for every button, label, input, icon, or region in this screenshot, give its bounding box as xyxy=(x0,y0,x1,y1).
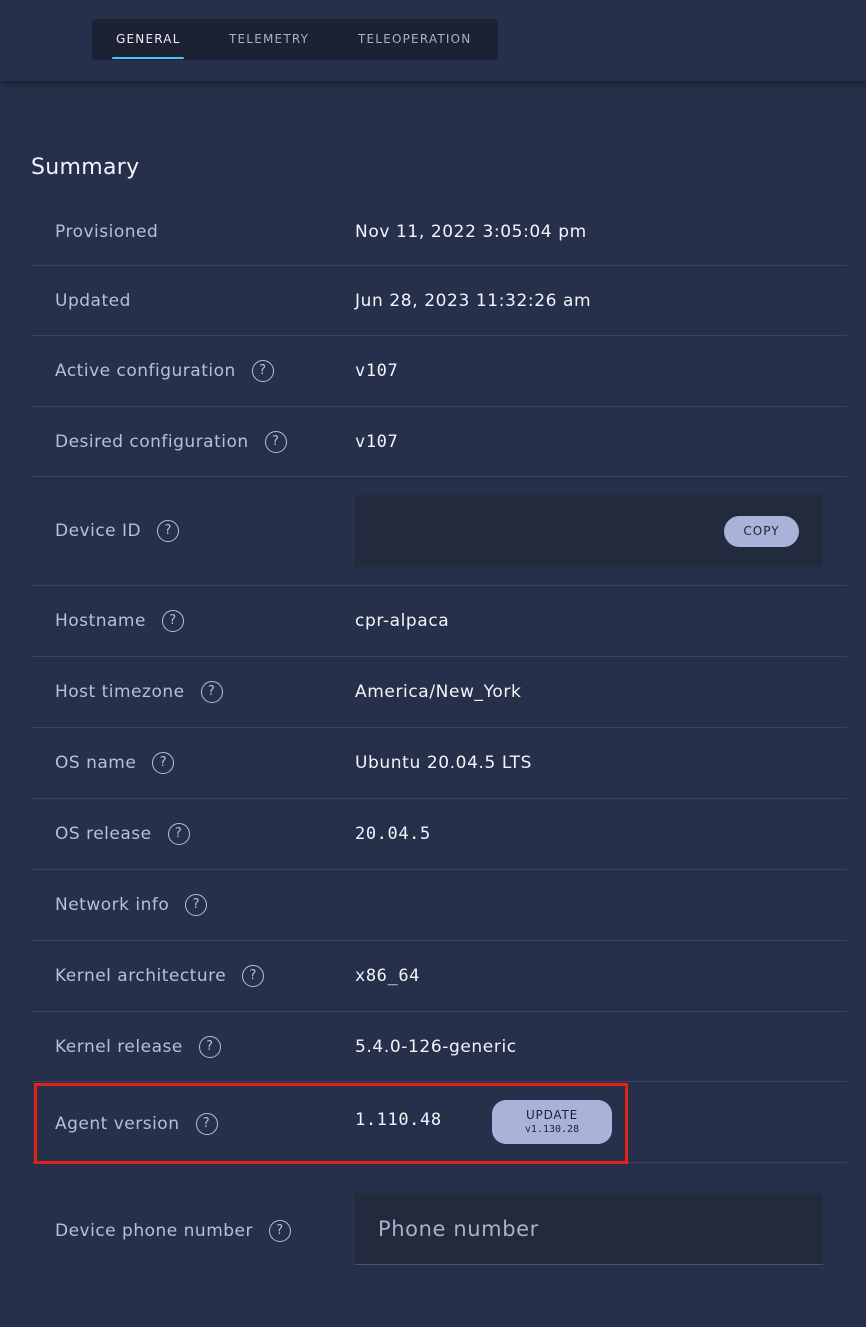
top-bar: GENERAL TELEMETRY TELEOPERATION xyxy=(0,0,866,81)
label-device-phone-number: Device phone number ? xyxy=(55,1219,291,1242)
update-button-label: UPDATE xyxy=(525,1108,579,1122)
copy-button[interactable]: COPY xyxy=(724,516,799,547)
value-provisioned: Nov 11, 2022 3:05:04 pm xyxy=(355,222,587,242)
row-os-release: OS release ? 20.04.5 xyxy=(31,799,847,870)
question-circle-icon[interactable]: ? xyxy=(185,894,208,916)
tab-teleoperation[interactable]: TELEOPERATION xyxy=(358,19,471,60)
value-hostname: cpr-alpaca xyxy=(355,611,450,631)
value-os-name: Ubuntu 20.04.5 LTS xyxy=(355,753,533,773)
row-device-id: Device ID ? COPY xyxy=(31,477,847,586)
value-active-configuration: v107 xyxy=(355,361,399,381)
label-host-timezone: Host timezone ? xyxy=(55,681,223,703)
question-circle-icon[interactable]: ? xyxy=(242,965,265,987)
label-updated: Updated xyxy=(55,290,131,311)
label-active-configuration: Active configuration ? xyxy=(55,360,274,382)
label-kernel-release: Kernel release ? xyxy=(55,1035,221,1058)
question-circle-icon[interactable]: ? xyxy=(157,520,180,542)
question-circle-icon[interactable]: ? xyxy=(264,430,287,453)
question-circle-icon[interactable]: ? xyxy=(198,1035,221,1058)
tab-general[interactable]: GENERAL xyxy=(116,19,181,60)
label-hostname: Hostname ? xyxy=(55,610,184,632)
tab-active-indicator xyxy=(112,57,184,59)
question-circle-icon[interactable]: ? xyxy=(161,610,184,632)
question-circle-icon[interactable]: ? xyxy=(251,360,274,382)
value-os-release: 20.04.5 xyxy=(355,824,431,844)
question-circle-icon[interactable]: ? xyxy=(152,752,175,774)
phone-number-input[interactable] xyxy=(355,1193,823,1265)
update-agent-button[interactable]: UPDATE v1.130.28 xyxy=(492,1100,612,1144)
question-circle-icon[interactable]: ? xyxy=(269,1219,291,1242)
label-os-name: OS name ? xyxy=(55,752,175,774)
row-hostname: Hostname ? cpr-alpaca xyxy=(31,586,847,657)
row-agent-version: Agent version ? 1.110.48 UPDATE v1.130.2… xyxy=(31,1082,847,1163)
tab-telemetry[interactable]: TELEMETRY xyxy=(229,19,309,60)
label-os-release: OS release ? xyxy=(55,823,190,845)
question-circle-icon[interactable]: ? xyxy=(200,681,223,703)
label-kernel-architecture: Kernel architecture ? xyxy=(55,965,265,987)
tab-bar: GENERAL TELEMETRY TELEOPERATION xyxy=(92,19,498,60)
row-host-timezone: Host timezone ? America/New_York xyxy=(31,657,847,728)
value-host-timezone: America/New_York xyxy=(355,682,522,702)
section-title-summary: Summary xyxy=(31,155,140,180)
row-os-name: OS name ? Ubuntu 20.04.5 LTS xyxy=(31,728,847,799)
row-kernel-architecture: Kernel architecture ? x86_64 xyxy=(31,941,847,1012)
row-provisioned: Provisioned Nov 11, 2022 3:05:04 pm xyxy=(31,199,847,266)
value-kernel-release: 5.4.0-126-generic xyxy=(355,1036,517,1057)
label-device-id: Device ID ? xyxy=(55,520,180,542)
label-agent-version: Agent version ? xyxy=(55,1112,218,1135)
row-device-phone-number: Device phone number ? xyxy=(31,1163,847,1298)
row-network-info: Network info ? xyxy=(31,870,847,941)
device-id-field[interactable]: COPY xyxy=(355,495,823,567)
value-updated: Jun 28, 2023 11:32:26 am xyxy=(355,290,592,311)
row-desired-configuration: Desired configuration ? v107 xyxy=(31,407,847,477)
question-circle-icon[interactable]: ? xyxy=(167,823,190,845)
question-circle-icon[interactable]: ? xyxy=(195,1112,218,1135)
label-desired-configuration: Desired configuration ? xyxy=(55,430,287,453)
row-active-configuration: Active configuration ? v107 xyxy=(31,336,847,407)
value-agent-version: 1.110.48 xyxy=(355,1110,442,1131)
label-network-info: Network info ? xyxy=(55,894,208,916)
value-kernel-architecture: x86_64 xyxy=(355,966,421,986)
row-kernel-release: Kernel release ? 5.4.0-126-generic xyxy=(31,1012,847,1082)
row-updated: Updated Jun 28, 2023 11:32:26 am xyxy=(31,266,847,336)
update-button-version: v1.130.28 xyxy=(524,1124,580,1135)
label-provisioned: Provisioned xyxy=(55,222,159,242)
value-desired-configuration: v107 xyxy=(355,431,399,452)
